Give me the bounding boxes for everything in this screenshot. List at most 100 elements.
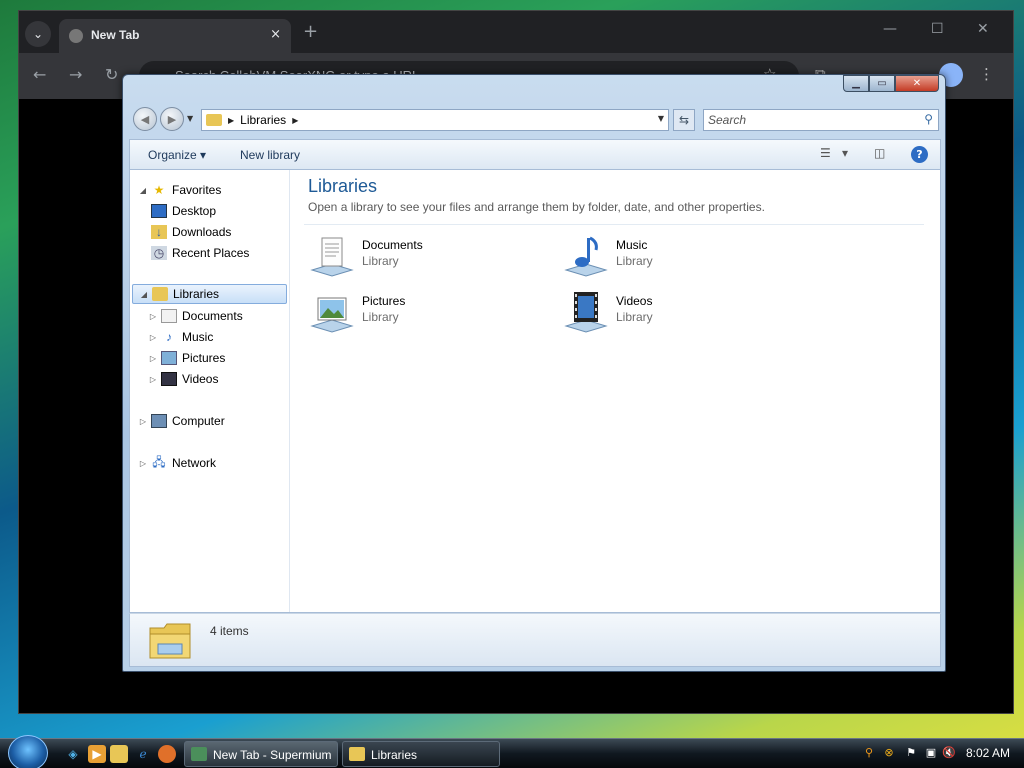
nav-item-music[interactable]: ▷ ♪ Music [148,327,213,347]
command-bar: Organize ▾ New library ☰ ▾ ◫ ? [129,139,941,169]
music-icon: ♪ [166,330,172,344]
nav-item-downloads[interactable]: ↓ Downloads [148,222,231,242]
breadcrumb[interactable]: Libraries [240,113,286,127]
clock[interactable]: 8:02 AM [966,746,1010,760]
nav-item-label: Desktop [172,204,217,218]
nav-item-desktop[interactable]: Desktop [148,201,216,221]
library-type: Library [616,254,653,268]
tab-close-icon[interactable]: × [270,27,281,42]
network-status-icon[interactable]: ▣ [924,746,938,760]
media-player-icon[interactable]: ▶ [88,745,106,763]
explorer-icon[interactable] [110,745,128,763]
videos-icon [161,372,177,386]
help-icon[interactable]: ? [911,146,928,163]
browser-tab-new-tab[interactable]: New Tab × [59,19,291,53]
security-alert-icon[interactable]: ⊗ [882,746,896,760]
nav-item-network[interactable]: ▷ 🖧 Network [138,453,216,473]
close-icon[interactable]: ✕ [895,75,939,92]
nav-item-recent-places[interactable]: ◷ Recent Places [148,243,249,263]
recent-places-icon: ◷ [151,246,167,260]
search-input[interactable]: Search ⚲ [703,109,939,131]
expanded-arrow-icon[interactable]: ◢ [139,290,149,299]
nav-item-libraries[interactable]: ◢ Libraries [132,284,287,304]
nav-item-documents[interactable]: ▷ Documents [148,306,243,326]
browser-tab-title: New Tab [91,28,140,42]
menu-kebab-icon[interactable]: ⋮ [979,65,994,83]
collapsed-arrow-icon[interactable]: ▷ [148,375,158,384]
refresh-button[interactable]: ⇆ [673,109,695,131]
view-options-dropdown-icon[interactable]: ▾ [842,146,848,160]
forward-button[interactable]: ▶ [160,107,184,131]
address-history-dropdown-icon[interactable]: ▼ [658,114,664,123]
content-pane: Libraries Open a library to see your fil… [290,170,940,612]
globe-icon [69,29,83,43]
collapsed-arrow-icon[interactable]: ▷ [148,354,158,363]
nav-item-favorites[interactable]: ◢ ★ Favorites [138,180,221,200]
nav-item-label: Pictures [182,351,226,365]
desktop-icon [151,204,167,218]
window-caption-buttons: ▁ ▭ ✕ [843,75,939,92]
collapsed-arrow-icon[interactable]: ▷ [138,459,148,468]
taskbar: ◈ ▶ ℯ New Tab - Supermium Libraries ⚲ ⊗ … [0,735,1024,768]
internet-explorer-icon[interactable]: ℯ [134,745,152,763]
close-window-icon[interactable]: ✕ [977,21,989,37]
libraries-folder-icon [149,623,191,659]
library-item-pictures[interactable]: Pictures Library [308,288,528,338]
back-button[interactable]: ◀ [133,107,157,131]
minimize-icon[interactable]: ▁ [843,75,869,92]
library-item-music[interactable]: Music Library [562,232,782,282]
library-name: Videos [616,294,653,308]
library-item-documents[interactable]: Documents Library [308,232,528,282]
library-item-videos[interactable]: Videos Library [562,288,782,338]
library-type: Library [362,310,399,324]
expanded-arrow-icon[interactable]: ◢ [138,186,148,195]
network-icon: 🖧 [152,454,166,469]
address-bar[interactable]: ▶ Libraries ▶ ▼ [201,109,669,131]
start-button[interactable] [8,735,48,768]
chevron-down-icon: ▾ [200,148,207,162]
organize-button[interactable]: Organize ▾ [148,148,206,162]
libraries-icon [152,287,168,301]
breadcrumb-arrow-icon[interactable]: ▶ [228,116,234,125]
minimize-window-icon[interactable]: — [883,21,897,37]
page-title: Libraries [308,176,378,196]
tab-search-chevron-icon[interactable]: ⌄ [25,21,51,47]
collapsed-arrow-icon[interactable]: ▷ [148,312,158,321]
action-center-flag-icon[interactable]: ⚑ [904,746,918,760]
item-count: 4 items [210,624,249,638]
preview-pane-icon[interactable]: ◫ [874,146,885,160]
recent-pages-dropdown-icon[interactable]: ▼ [187,114,193,123]
pictures-library-icon [310,297,354,333]
taskbar-button-libraries[interactable]: Libraries [342,741,500,767]
nav-item-computer[interactable]: ▷ Computer [138,411,225,431]
search-icon[interactable]: ⚲ [924,112,933,126]
back-arrow-icon[interactable]: ← [33,65,46,84]
show-desktop-icon[interactable]: ◈ [64,745,82,763]
organize-label: Organize [148,148,197,162]
change-view-icon[interactable]: ☰ [820,146,831,160]
breadcrumb-arrow-icon[interactable]: ▶ [292,116,298,125]
nav-item-videos[interactable]: ▷ Videos [148,369,218,389]
new-library-button[interactable]: New library [240,148,300,162]
nav-item-label: Recent Places [172,246,250,260]
nav-item-label: Documents [182,309,243,323]
maximize-window-icon[interactable]: ☐ [931,21,944,37]
search-icon[interactable]: ⚲ [862,746,876,760]
browser-tab-strip: ⌄ New Tab × + — ☐ ✕ [19,11,1013,53]
maximize-icon[interactable]: ▭ [869,75,895,92]
libraries-folder-icon [349,747,365,761]
collapsed-arrow-icon[interactable]: ▷ [148,333,158,342]
taskbar-button-supermium[interactable]: New Tab - Supermium [184,741,338,767]
collapsed-arrow-icon[interactable]: ▷ [138,417,148,426]
address-row: ◀ ▶ ▼ ▶ Libraries ▶ ▼ ⇆ Search ⚲ [131,107,939,133]
nav-item-label: Favorites [172,183,222,197]
firefox-icon[interactable] [158,745,176,763]
nav-item-pictures[interactable]: ▷ Pictures [148,348,225,368]
volume-muted-icon[interactable]: 🔇 [942,746,956,760]
star-icon: ★ [153,183,165,197]
nav-item-label: Computer [172,414,225,428]
new-tab-button[interactable]: + [303,21,318,42]
forward-arrow-icon[interactable]: → [69,65,82,84]
library-type: Library [616,310,653,324]
reload-icon[interactable]: ↻ [105,65,118,84]
